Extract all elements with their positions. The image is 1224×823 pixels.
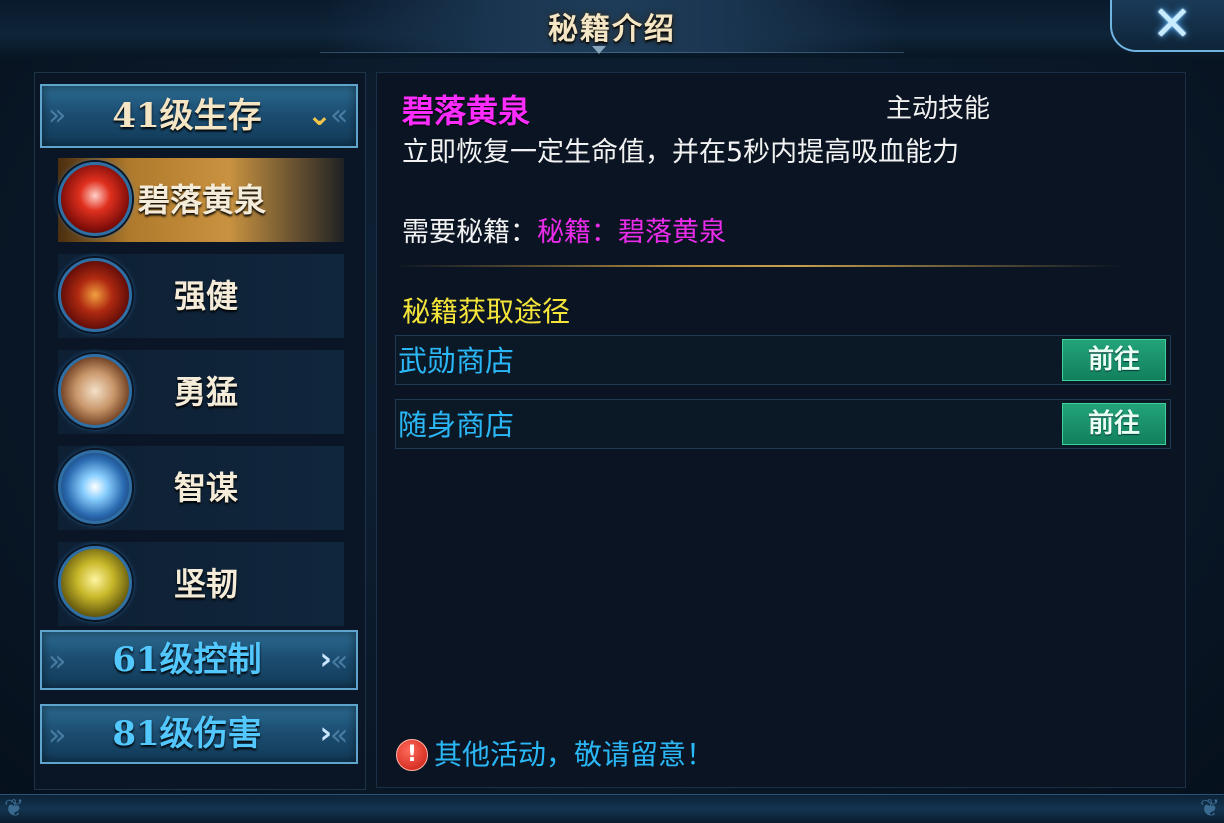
skill-name: 智谋 (174, 469, 239, 507)
bottom-frame (0, 794, 1224, 823)
header-decor-right-icon: « (330, 644, 349, 679)
category-label: 61级控制 (112, 640, 262, 680)
requirement-line: 需要秘籍：秘籍：碧落黄泉 (402, 210, 726, 249)
title-notch-icon (592, 46, 606, 54)
skill-item-biluo-huangquan[interactable]: 碧落黄泉 (58, 158, 344, 242)
source-name: 随身商店 (398, 408, 515, 442)
category-header-survival[interactable]: » « 41级生存 ⌄ (40, 84, 358, 148)
skill-item-qiangjian[interactable]: 强健 (58, 254, 344, 338)
skill-detail-title: 碧落黄泉 (402, 92, 531, 130)
header-decor-right-icon: « (330, 98, 349, 133)
skill-name: 强健 (174, 277, 239, 315)
skill-description: 立即恢复一定生命值，并在5秒内提高吸血能力 (402, 137, 960, 168)
window-title: 秘籍介绍 (548, 12, 676, 47)
chevron-right-icon: › (319, 642, 332, 677)
go-button[interactable]: 前往 (1062, 339, 1166, 381)
requirement-label: 需要秘籍： (402, 217, 537, 248)
red-body-skill-icon (58, 258, 132, 332)
category-header-damage[interactable]: » « 81级伤害 › (40, 704, 358, 764)
fist-skill-icon (58, 354, 132, 428)
skill-name: 碧落黄泉 (138, 181, 267, 219)
alert-icon: ! (396, 738, 428, 771)
skill-item-jianren[interactable]: 坚韧 (58, 542, 344, 626)
section-divider (392, 265, 1122, 267)
chevron-down-icon: ⌄ (306, 98, 332, 133)
source-row-wuxun-shop: 武勋商店 前往 (395, 335, 1171, 385)
category-label: 81级伤害 (112, 714, 262, 754)
skill-name: 勇猛 (174, 373, 239, 411)
cloud-ornament-icon: ❦ (4, 794, 25, 822)
skill-item-zhimou[interactable]: 智谋 (58, 446, 344, 530)
go-button[interactable]: 前往 (1062, 403, 1166, 445)
red-energy-skill-icon (58, 162, 132, 236)
skill-name: 坚韧 (174, 565, 239, 603)
source-name: 武勋商店 (398, 344, 515, 378)
source-row-portable-shop: 随身商店 前往 (395, 399, 1171, 449)
blue-orb-skill-icon (58, 450, 132, 524)
notice-line: ! 其他活动，敬请留意！ (396, 736, 714, 772)
skill-intro-window: 秘籍介绍 ✕ » « 41级生存 ⌄ 碧落黄泉 强健 勇猛 智谋 坚韧 » « … (0, 0, 1224, 823)
close-button[interactable]: ✕ (1110, 0, 1224, 52)
category-label: 41级生存 (112, 96, 262, 136)
close-icon: ✕ (1152, 0, 1193, 52)
category-header-control[interactable]: » « 61级控制 › (40, 630, 358, 690)
skill-type-label: 主动技能 (886, 94, 991, 124)
source-heading: 秘籍获取途径 (402, 295, 571, 328)
yellow-gem-skill-icon (58, 546, 132, 620)
requirement-value: 秘籍：碧落黄泉 (537, 217, 726, 248)
notice-text: 其他活动，敬请留意！ (434, 737, 715, 771)
skill-item-yongmeng[interactable]: 勇猛 (58, 350, 344, 434)
header-decor-right-icon: « (330, 718, 349, 753)
chevron-right-icon: › (319, 716, 332, 751)
cloud-ornament-icon: ❦ (1199, 794, 1220, 822)
